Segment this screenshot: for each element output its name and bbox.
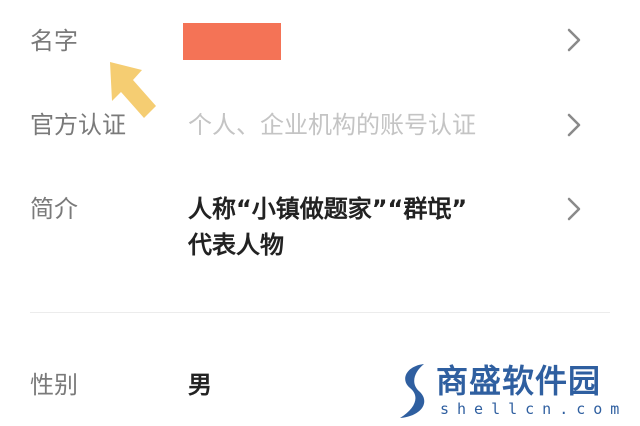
shellcn-logo-icon	[400, 364, 425, 418]
gender-value: 男	[188, 371, 212, 399]
intro-label: 简介	[30, 195, 78, 223]
verification-label: 官方认证	[30, 111, 126, 139]
name-row[interactable]: 名字	[0, 0, 640, 100]
verification-row[interactable]: 官方认证 个人、企业机构的账号认证	[0, 100, 640, 170]
gender-label: 性别	[30, 371, 78, 399]
section-divider	[30, 312, 610, 313]
intro-row[interactable]: 简介 人称“小镇做题家”“群氓” 代表人物	[0, 180, 640, 270]
watermark-domain: shellcn.com	[440, 400, 628, 418]
chevron-right-icon	[567, 28, 581, 52]
chevron-right-icon	[567, 197, 581, 221]
chevron-right-icon	[567, 113, 581, 137]
name-value-redacted	[183, 23, 281, 60]
watermark: 商盛软件园 shellcn.com	[390, 358, 640, 426]
name-label: 名字	[30, 27, 78, 55]
watermark-title: 商盛软件园	[436, 362, 602, 400]
intro-line-1: 人称“小镇做题家”“群氓”	[188, 195, 468, 223]
intro-line-2: 代表人物	[188, 231, 284, 259]
verification-placeholder: 个人、企业机构的账号认证	[188, 111, 476, 139]
